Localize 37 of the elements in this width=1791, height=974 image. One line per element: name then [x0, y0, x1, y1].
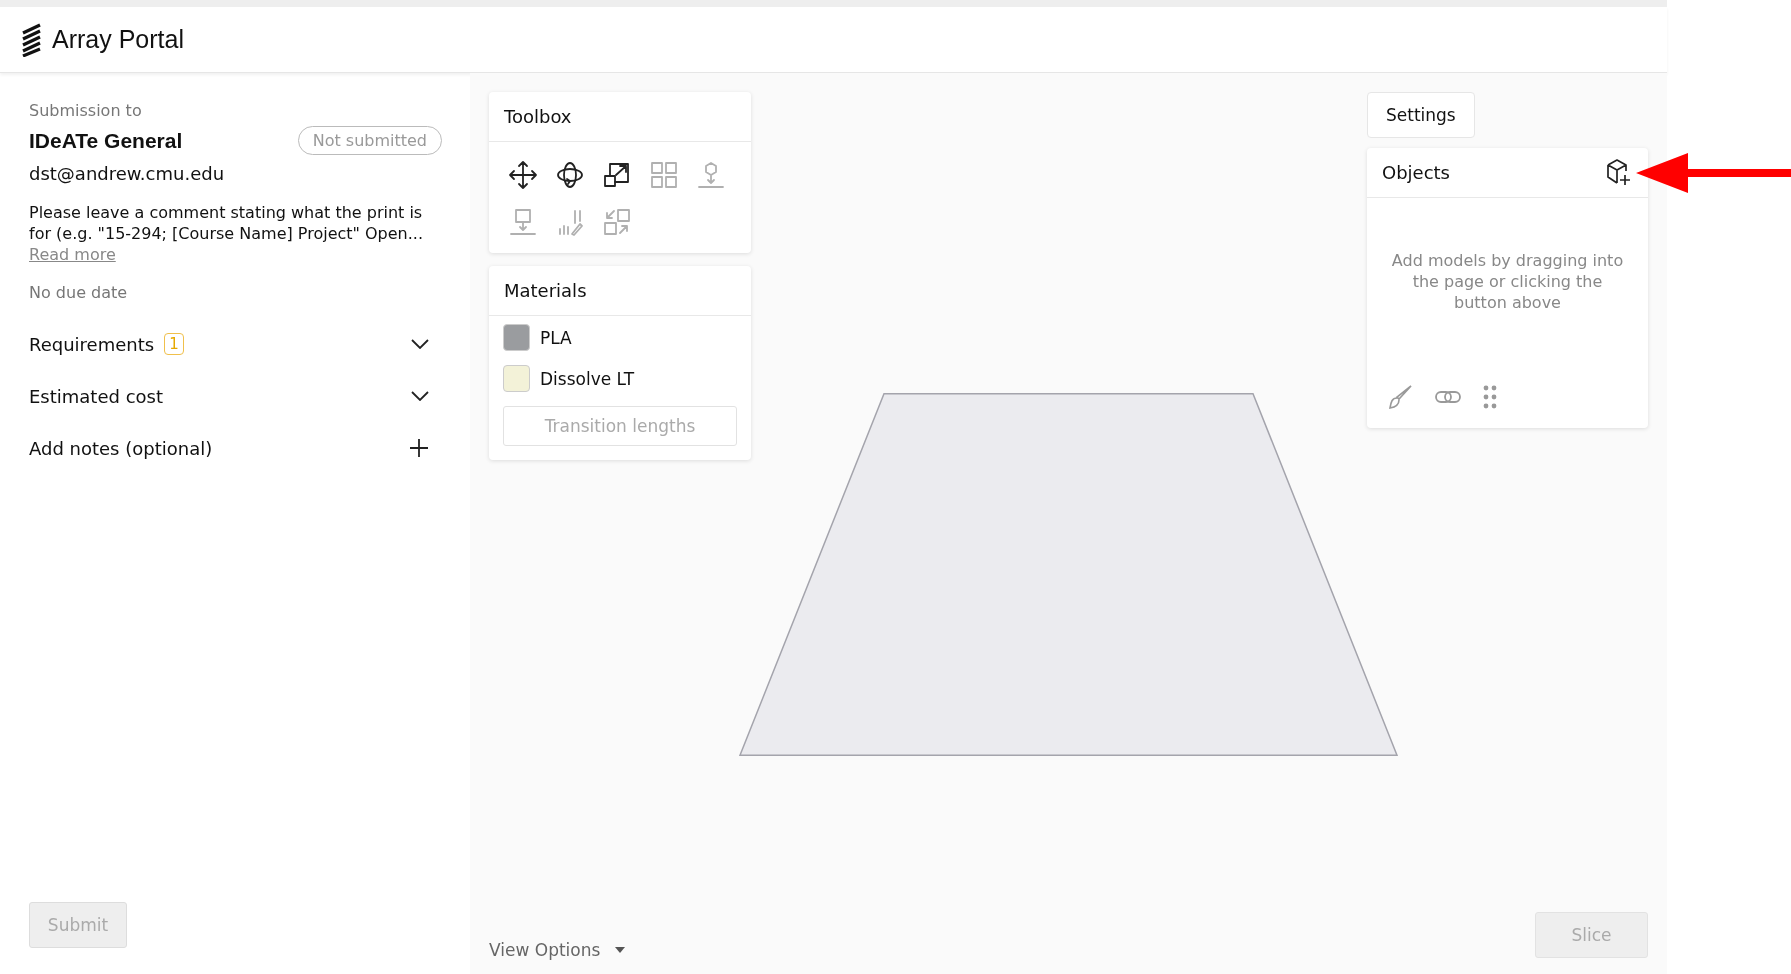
card-title: Objects: [1382, 161, 1450, 183]
logo-icon: [20, 22, 44, 57]
view-options-label: View Options: [489, 940, 601, 960]
plus-icon[interactable]: [409, 438, 429, 458]
chevron-down-icon[interactable]: [411, 391, 429, 401]
card-title: Materials: [489, 266, 751, 316]
material-name: PLA: [540, 327, 572, 348]
section-header[interactable]: Add notes (optional): [29, 438, 429, 458]
section-title: Add notes (optional): [29, 437, 213, 459]
section-title: Requirements: [29, 333, 155, 355]
card-title: Toolbox: [489, 92, 751, 142]
view-options-dropdown[interactable]: View Options: [489, 940, 627, 960]
section-header[interactable]: Requirements 1: [29, 334, 429, 354]
submission-name: IDeATe General: [29, 128, 183, 153]
user-email: dst@andrew.cmu.edu: [29, 163, 226, 184]
paintbrush-icon[interactable]: [1387, 384, 1413, 410]
scale-icon[interactable]: [602, 160, 632, 190]
submission-description: Please leave a comment stating what the print is for (e.g. "15-294; [Course Name] Project" Open...: [29, 202, 424, 244]
add-cube-icon[interactable]: [1605, 158, 1633, 186]
material-swatch[interactable]: [503, 324, 530, 351]
material-swatch[interactable]: [503, 365, 530, 392]
submission-label: Submission to: [29, 101, 143, 120]
chevron-down-icon[interactable]: [411, 339, 429, 349]
due-date: No due date: [29, 283, 129, 302]
app-title: Array Portal: [52, 25, 184, 54]
move-arrows-icon[interactable]: [508, 160, 538, 190]
caret-icon: [614, 946, 627, 954]
read-more-link[interactable]: Read more: [29, 244, 116, 265]
section-header[interactable]: Estimated cost: [29, 386, 429, 406]
link-icon[interactable]: [1435, 389, 1461, 405]
settings-button[interactable]: Settings: [1367, 92, 1475, 138]
drag-handle-icon[interactable]: [1483, 385, 1497, 409]
section-title: Estimated cost: [29, 385, 163, 407]
count-badge: 1: [164, 333, 184, 355]
material-name: Dissolve LT: [540, 368, 635, 389]
empty-message: Add models by dragging into the page or clicking the button above: [1390, 250, 1625, 314]
rotate-icon[interactable]: [555, 160, 585, 190]
